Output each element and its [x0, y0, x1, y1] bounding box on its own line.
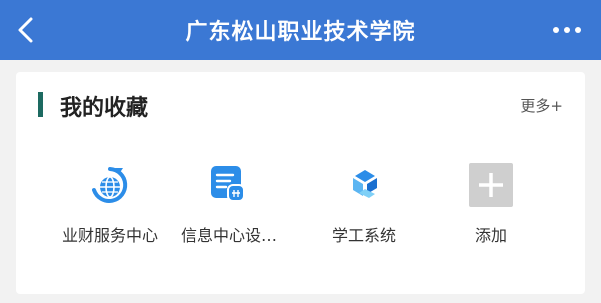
app-label: 添加 — [474, 226, 507, 245]
finance-globe-icon — [85, 160, 135, 210]
top-navigation-bar: 广东松山职业技术学院 — [0, 0, 601, 60]
add-plus-icon — [466, 160, 516, 210]
chevron-left-icon — [18, 17, 33, 43]
app-label: 学工系统 — [331, 226, 396, 245]
app-finance-service[interactable]: 业财服务中心 — [50, 160, 170, 250]
add-app-button[interactable]: 添加 — [431, 160, 551, 250]
section-accent-bar — [38, 92, 43, 117]
favorites-header: 我的收藏 更多+ — [16, 72, 585, 136]
app-label: 信息中心设… — [180, 226, 277, 245]
page-title: 广东松山职业技术学院 — [185, 20, 416, 45]
back-button[interactable] — [4, 8, 48, 52]
section-title: 我的收藏 — [60, 96, 149, 121]
ellipsis-icon-dot — [575, 27, 581, 33]
app-student-affairs[interactable]: 学工系统 — [304, 160, 424, 250]
student-affairs-icon — [339, 160, 389, 210]
app-label: 业财服务中心 — [61, 226, 158, 245]
ellipsis-icon-dot — [564, 27, 570, 33]
more-link[interactable]: 更多+ — [520, 95, 563, 116]
app-info-center[interactable]: 信息中心设… — [169, 160, 289, 250]
ellipsis-icon — [553, 27, 559, 33]
favorites-grid: 业财服务中心 信息中心设… 学工系统 添加 — [16, 160, 585, 250]
info-center-icon — [204, 160, 254, 210]
more-options-button[interactable] — [547, 12, 587, 48]
favorites-card: 我的收藏 更多+ 业财服务中心 信息中心设… 学工系统 添加 — [16, 72, 585, 294]
